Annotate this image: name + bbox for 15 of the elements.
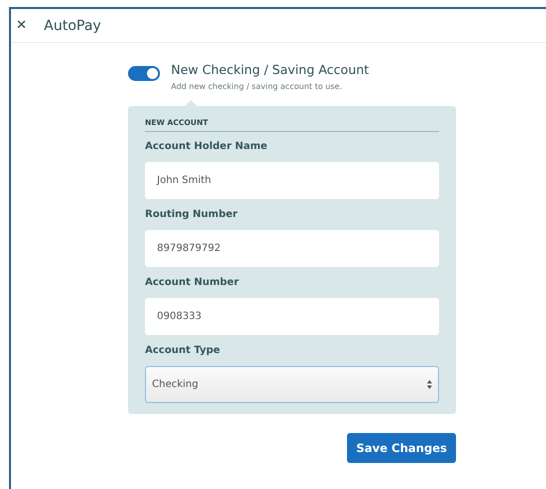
close-icon[interactable]: ✕ xyxy=(16,18,27,33)
save-button[interactable]: Save Changes xyxy=(347,433,456,463)
updown-icon xyxy=(427,380,432,389)
field-label: Account Type xyxy=(145,345,222,356)
input-field[interactable]: 8979879792 xyxy=(145,230,439,267)
field-label: Account Number xyxy=(145,277,240,288)
toggle-label: New Checking / Saving Account xyxy=(171,62,369,77)
toggle-description: Add new checking / saving account to use. xyxy=(171,82,344,91)
toggle-switch[interactable] xyxy=(128,66,160,81)
field-label: Routing Number xyxy=(145,209,238,220)
field-label: Account Holder Name xyxy=(145,141,268,152)
select-field[interactable]: Checking xyxy=(145,366,439,403)
input-field[interactable]: John Smith xyxy=(145,162,439,199)
window-title: AutoPay xyxy=(44,18,102,34)
input-field[interactable]: 0908333 xyxy=(145,298,439,335)
